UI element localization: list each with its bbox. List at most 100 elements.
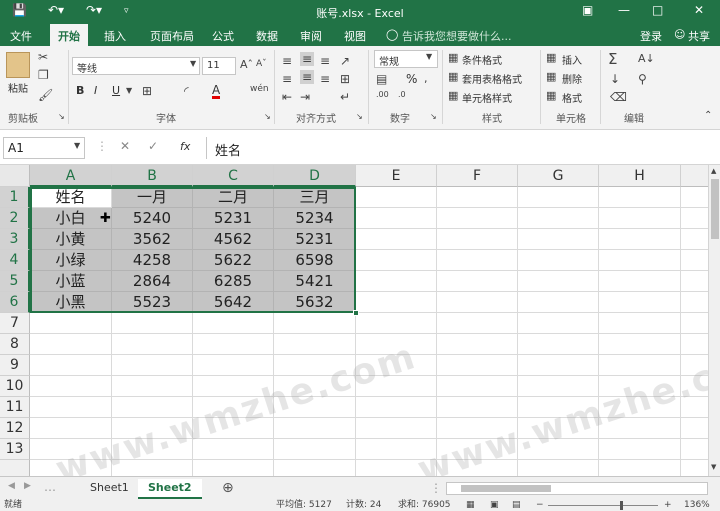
column-header[interactable]: D (274, 165, 356, 187)
empty-cell[interactable] (599, 313, 681, 334)
tell-me-search[interactable]: 告诉我您想要做什么... (402, 28, 512, 44)
empty-cell[interactable] (518, 355, 599, 376)
empty-cell[interactable] (599, 334, 681, 355)
top-align-icon[interactable]: ≡ (282, 54, 292, 68)
percent-button[interactable]: % (406, 72, 417, 86)
row-header[interactable]: 8 (0, 334, 30, 355)
scrollbar-thumb[interactable] (461, 485, 551, 492)
row-header[interactable]: 6 (0, 292, 30, 313)
table-cell[interactable]: 5642 (193, 292, 274, 313)
row-header[interactable]: 12 (0, 418, 30, 439)
empty-cell[interactable] (518, 313, 599, 334)
normal-view-icon[interactable]: ▦ (466, 500, 475, 511)
empty-cell[interactable] (356, 313, 437, 334)
row-header[interactable]: 1 (0, 187, 30, 208)
clipboard-launcher-icon[interactable]: ↘ (58, 112, 65, 121)
grow-font-icon[interactable]: Aˆ (240, 58, 253, 71)
scrollbar-thumb[interactable] (711, 179, 719, 239)
empty-cell[interactable] (274, 334, 356, 355)
shrink-font-icon[interactable]: Aˇ (256, 59, 267, 69)
empty-cell[interactable] (356, 208, 437, 229)
column-header[interactable]: E (356, 165, 437, 187)
empty-cell[interactable] (599, 439, 681, 460)
empty-cell[interactable] (30, 334, 112, 355)
empty-cell[interactable] (30, 355, 112, 376)
table-cell[interactable]: 4258 (112, 250, 193, 271)
row-header[interactable]: 13 (0, 439, 30, 460)
row-header[interactable]: 2 (0, 208, 30, 229)
empty-cell[interactable] (599, 229, 681, 250)
zoom-slider[interactable] (548, 505, 658, 506)
sort-filter-icon[interactable]: A↓ (638, 52, 655, 65)
font-launcher-icon[interactable]: ↘ (264, 112, 271, 121)
orientation-icon[interactable]: ↗ (340, 54, 350, 68)
empty-cell[interactable] (112, 355, 193, 376)
number-launcher-icon[interactable]: ↘ (430, 112, 437, 121)
column-header[interactable]: B (112, 165, 193, 187)
empty-cell[interactable] (356, 418, 437, 439)
table-cell[interactable]: 5231 (193, 208, 274, 229)
empty-cell[interactable] (518, 460, 599, 476)
table-cell[interactable]: 5632 (274, 292, 356, 313)
align-left-icon[interactable]: ≡ (282, 72, 292, 86)
table-cell[interactable]: 一月 (112, 187, 193, 208)
empty-cell[interactable] (30, 313, 112, 334)
empty-cell[interactable] (356, 187, 437, 208)
alignment-launcher-icon[interactable]: ↘ (356, 112, 363, 121)
empty-cell[interactable] (356, 271, 437, 292)
tab-review[interactable]: 审阅 (300, 28, 322, 44)
empty-cell[interactable] (356, 397, 437, 418)
select-all-button[interactable] (0, 165, 30, 187)
empty-cell[interactable] (437, 250, 518, 271)
column-header[interactable]: A (30, 165, 112, 187)
row-header[interactable]: 7 (0, 313, 30, 334)
zoom-slider-thumb[interactable] (620, 501, 623, 510)
cell-styles-button[interactable]: 单元格样式 (462, 90, 512, 105)
empty-cell[interactable] (518, 208, 599, 229)
empty-cell[interactable] (437, 334, 518, 355)
increase-indent-icon[interactable]: ⇥ (300, 90, 310, 104)
paste-button[interactable]: 粘贴 (8, 80, 28, 95)
font-color-button[interactable]: A (212, 84, 221, 99)
worksheet-grid[interactable]: A B C D E F G H 1 2 3 4 5 6 7 8 9 10 11 … (0, 165, 720, 476)
font-name-dropdown[interactable]: 等线 (72, 57, 200, 75)
table-cell[interactable]: 5622 (193, 250, 274, 271)
clear-icon[interactable]: ⌫ (610, 90, 627, 104)
cancel-icon[interactable]: ✕ (120, 139, 130, 153)
empty-cell[interactable] (437, 376, 518, 397)
empty-cell[interactable] (518, 187, 599, 208)
accounting-format-icon[interactable]: ▤ (376, 72, 387, 86)
comma-style-icon[interactable]: , (424, 72, 428, 85)
collapse-ribbon-icon[interactable]: ⌃ (704, 110, 712, 121)
ribbon-display-icon[interactable]: ▣ (582, 3, 593, 17)
empty-cell[interactable] (112, 376, 193, 397)
format-painter-icon[interactable]: 🖌 (38, 88, 53, 102)
table-cell[interactable]: 6598 (274, 250, 356, 271)
bold-button[interactable]: B (76, 84, 84, 97)
row-header[interactable]: 10 (0, 376, 30, 397)
empty-cell[interactable] (193, 460, 274, 476)
decrease-indent-icon[interactable]: ⇤ (282, 90, 292, 104)
empty-cell[interactable] (356, 250, 437, 271)
tab-page-layout[interactable]: 页面布局 (150, 28, 194, 44)
table-cell[interactable]: 小蓝 (30, 271, 112, 292)
empty-cell[interactable] (112, 313, 193, 334)
table-cell[interactable]: 3562 (112, 229, 193, 250)
table-cell[interactable]: 三月 (274, 187, 356, 208)
empty-cell[interactable] (30, 376, 112, 397)
table-cell[interactable]: 5234 (274, 208, 356, 229)
phonetic-guide-icon[interactable]: wén (250, 84, 269, 94)
fill-handle[interactable] (353, 310, 359, 316)
column-header[interactable]: H (599, 165, 681, 187)
column-header[interactable]: C (193, 165, 274, 187)
empty-cell[interactable] (518, 271, 599, 292)
italic-button[interactable]: I (94, 84, 97, 97)
empty-cell[interactable] (437, 292, 518, 313)
column-header[interactable]: F (437, 165, 518, 187)
empty-cell[interactable] (274, 418, 356, 439)
chevron-down-icon[interactable]: ▼ (74, 141, 80, 150)
tab-file[interactable]: 文件 (10, 28, 32, 44)
close-icon[interactable]: ✕ (694, 3, 704, 17)
bottom-align-icon[interactable]: ≡ (320, 54, 330, 68)
table-cell[interactable]: 5523 (112, 292, 193, 313)
